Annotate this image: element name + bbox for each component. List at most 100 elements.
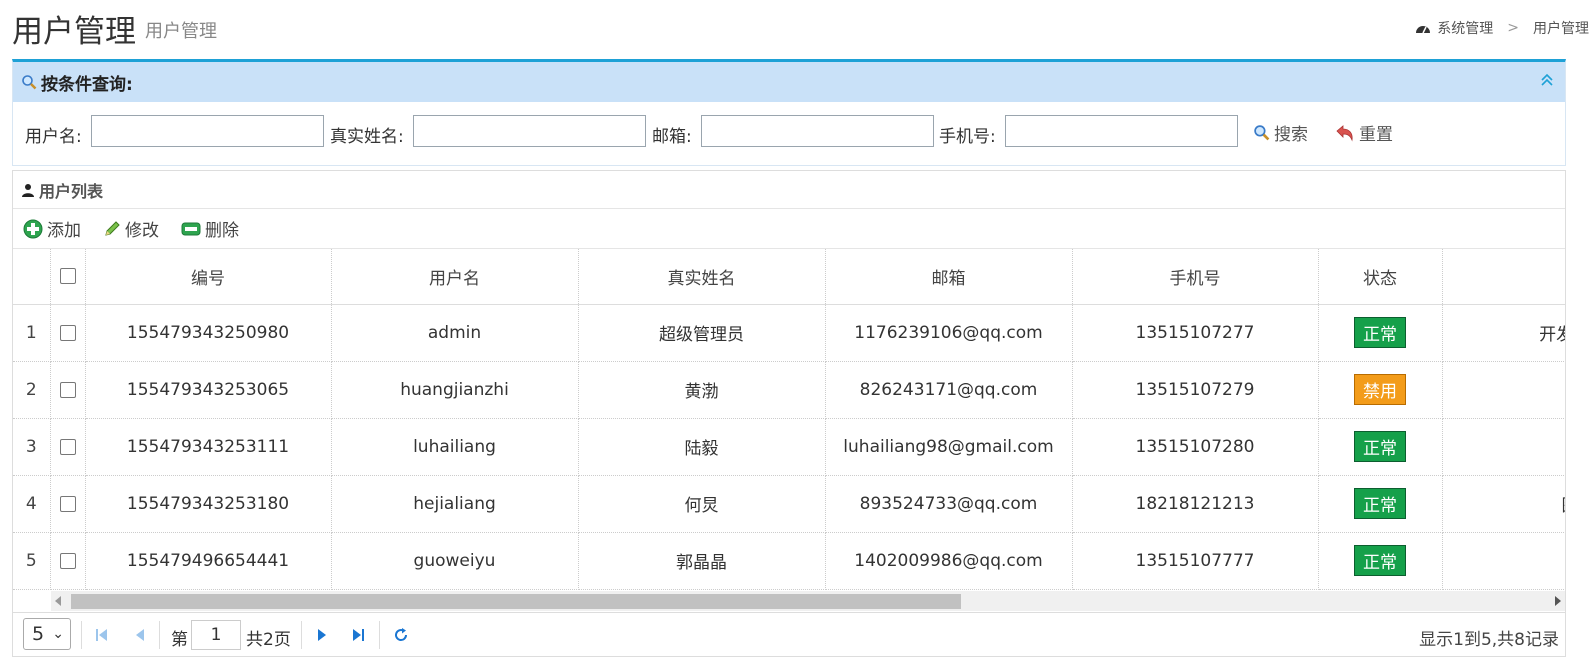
- cell-realname: 超级管理员: [578, 304, 826, 362]
- row-number: 1: [13, 304, 51, 362]
- breadcrumb: 系统管理 > 用户管理: [1415, 18, 1589, 38]
- cell-email: 1402009986@qq.com: [825, 532, 1073, 590]
- column-header-roles[interactable]: 拥有: [1442, 249, 1565, 305]
- username-input[interactable]: [91, 115, 324, 147]
- cell-realname: 郭晶晶: [578, 532, 826, 590]
- cell-username: huangjianzhi: [331, 361, 579, 419]
- cell-id: 155479343250980: [85, 304, 332, 362]
- row-checkbox[interactable]: [59, 552, 76, 569]
- row-number: 3: [13, 418, 51, 476]
- status-badge: 正常: [1354, 488, 1406, 519]
- status-badge: 正常: [1354, 317, 1406, 348]
- pagination-bar: 5 ⌄ 第 1 共2页 显示1到5,共8记录: [13, 612, 1565, 656]
- column-header-realname[interactable]: 真实姓名: [578, 249, 826, 305]
- row-checkbox[interactable]: [59, 495, 76, 512]
- first-page-icon[interactable]: [95, 627, 109, 643]
- email-input[interactable]: [701, 115, 934, 147]
- prev-page-icon[interactable]: [133, 627, 147, 643]
- page-subtitle: 用户管理: [145, 21, 217, 42]
- query-panel-title: 按条件查询:: [41, 74, 133, 95]
- delete-button[interactable]: 删除: [181, 216, 239, 241]
- next-page-icon[interactable]: [315, 627, 329, 643]
- plus-icon: [23, 219, 43, 238]
- horizontal-scrollbar[interactable]: [51, 591, 1565, 611]
- pencil-icon: [105, 220, 120, 236]
- select-all-checkbox[interactable]: [59, 268, 76, 285]
- edit-button[interactable]: 修改: [103, 216, 159, 241]
- status-badge: 正常: [1354, 545, 1406, 576]
- cell-realname: 陆毅: [578, 418, 826, 476]
- row-checkbox[interactable]: [59, 438, 76, 455]
- row-select-cell: [50, 475, 86, 533]
- scrollbar-thumb[interactable]: [71, 594, 961, 609]
- cell-username: guoweiyu: [331, 532, 579, 590]
- cell-username: luhailiang: [331, 418, 579, 476]
- rownum-header: [13, 249, 51, 305]
- phone-input[interactable]: [1005, 115, 1238, 147]
- cell-status: 正常: [1318, 532, 1443, 590]
- scroll-left-arrow-icon[interactable]: [55, 596, 61, 606]
- add-button-label: 添加: [47, 221, 81, 241]
- table-row[interactable]: 2 155479343253065 huangjianzhi 黄渤 826243…: [13, 361, 1565, 419]
- collapse-icon[interactable]: [1539, 72, 1555, 88]
- breadcrumb-item-user: 用户管理: [1533, 21, 1589, 37]
- search-button[interactable]: 搜索: [1253, 120, 1308, 145]
- username-label: 用户名:: [25, 127, 82, 147]
- total-pages: 共2页: [246, 630, 291, 650]
- refresh-icon[interactable]: [393, 627, 409, 643]
- delete-button-label: 删除: [205, 221, 239, 241]
- list-toolbar: 添加 修改 删除: [13, 209, 1565, 249]
- page-size-select[interactable]: 5 ⌄: [23, 618, 71, 650]
- row-select-cell: [50, 361, 86, 419]
- reset-button[interactable]: 重置: [1335, 120, 1393, 145]
- query-form: 用户名: 真实姓名: 邮箱: 手机号: 搜索 重置: [13, 102, 1565, 166]
- cell-phone: 13515107280: [1072, 418, 1319, 476]
- record-info: 显示1到5,共8记录: [1419, 630, 1559, 650]
- row-number: 2: [13, 361, 51, 419]
- pager-divider: [301, 621, 302, 649]
- cell-id: 155479496654441: [85, 532, 332, 590]
- last-page-icon[interactable]: [351, 627, 365, 643]
- table-header-row: 编号 用户名 真实姓名 邮箱 手机号 状态 拥有: [13, 249, 1565, 305]
- column-header-email[interactable]: 邮箱: [825, 249, 1073, 305]
- row-select-cell: [50, 532, 86, 590]
- cell-email: 1176239106@qq.com: [825, 304, 1073, 362]
- scroll-right-arrow-icon[interactable]: [1555, 596, 1561, 606]
- status-badge: 正常: [1354, 431, 1406, 462]
- pager-divider: [379, 621, 380, 649]
- row-checkbox[interactable]: [59, 324, 76, 341]
- cell-status: 正常: [1318, 475, 1443, 533]
- dashboard-icon: [1416, 26, 1431, 34]
- cell-id: 155479343253065: [85, 361, 332, 419]
- column-header-username[interactable]: 用户名: [331, 249, 579, 305]
- table-row[interactable]: 3 155479343253111 luhailiang 陆毅 luhailia…: [13, 418, 1565, 476]
- realname-input[interactable]: [413, 115, 646, 147]
- table-row[interactable]: 1 155479343250980 admin 超级管理员 1176239106…: [13, 304, 1565, 362]
- table-row[interactable]: 5 155479496654441 guoweiyu 郭晶晶 140200998…: [13, 532, 1565, 590]
- cell-email: 826243171@qq.com: [825, 361, 1073, 419]
- select-all-cell: [50, 249, 86, 305]
- table-row[interactable]: 4 155479343253180 hejialiang 何炅 89352473…: [13, 475, 1565, 533]
- column-header-status[interactable]: 状态: [1318, 249, 1443, 305]
- cell-phone: 18218121213: [1072, 475, 1319, 533]
- chevron-down-icon: ⌄: [52, 626, 64, 642]
- row-checkbox[interactable]: [59, 381, 76, 398]
- user-table: 编号 用户名 真实姓名 邮箱 手机号 状态 拥有 1 1554793432509…: [13, 249, 1565, 590]
- add-button[interactable]: 添加: [23, 216, 81, 241]
- query-panel-header: 按条件查询:: [13, 62, 1565, 102]
- user-list-header: 用户列表: [13, 171, 1565, 209]
- edit-button-label: 修改: [125, 221, 159, 241]
- page-header: 用户管理 用户管理 系统管理 > 用户管理: [0, 0, 1589, 58]
- column-header-id[interactable]: 编号: [85, 249, 332, 305]
- user-list-title: 用户列表: [39, 181, 104, 201]
- search-button-label: 搜索: [1274, 125, 1308, 145]
- realname-label: 真实姓名:: [330, 127, 404, 147]
- column-header-phone[interactable]: 手机号: [1072, 249, 1319, 305]
- current-page-input[interactable]: 1: [191, 620, 241, 650]
- cell-phone: 13515107777: [1072, 532, 1319, 590]
- breadcrumb-item-system[interactable]: 系统管理: [1437, 18, 1493, 38]
- undo-arrow-icon: [1336, 124, 1353, 142]
- cell-roles: 开发者,图: [1442, 304, 1565, 362]
- user-icon: [22, 183, 34, 197]
- cell-id: 155479343253180: [85, 475, 332, 533]
